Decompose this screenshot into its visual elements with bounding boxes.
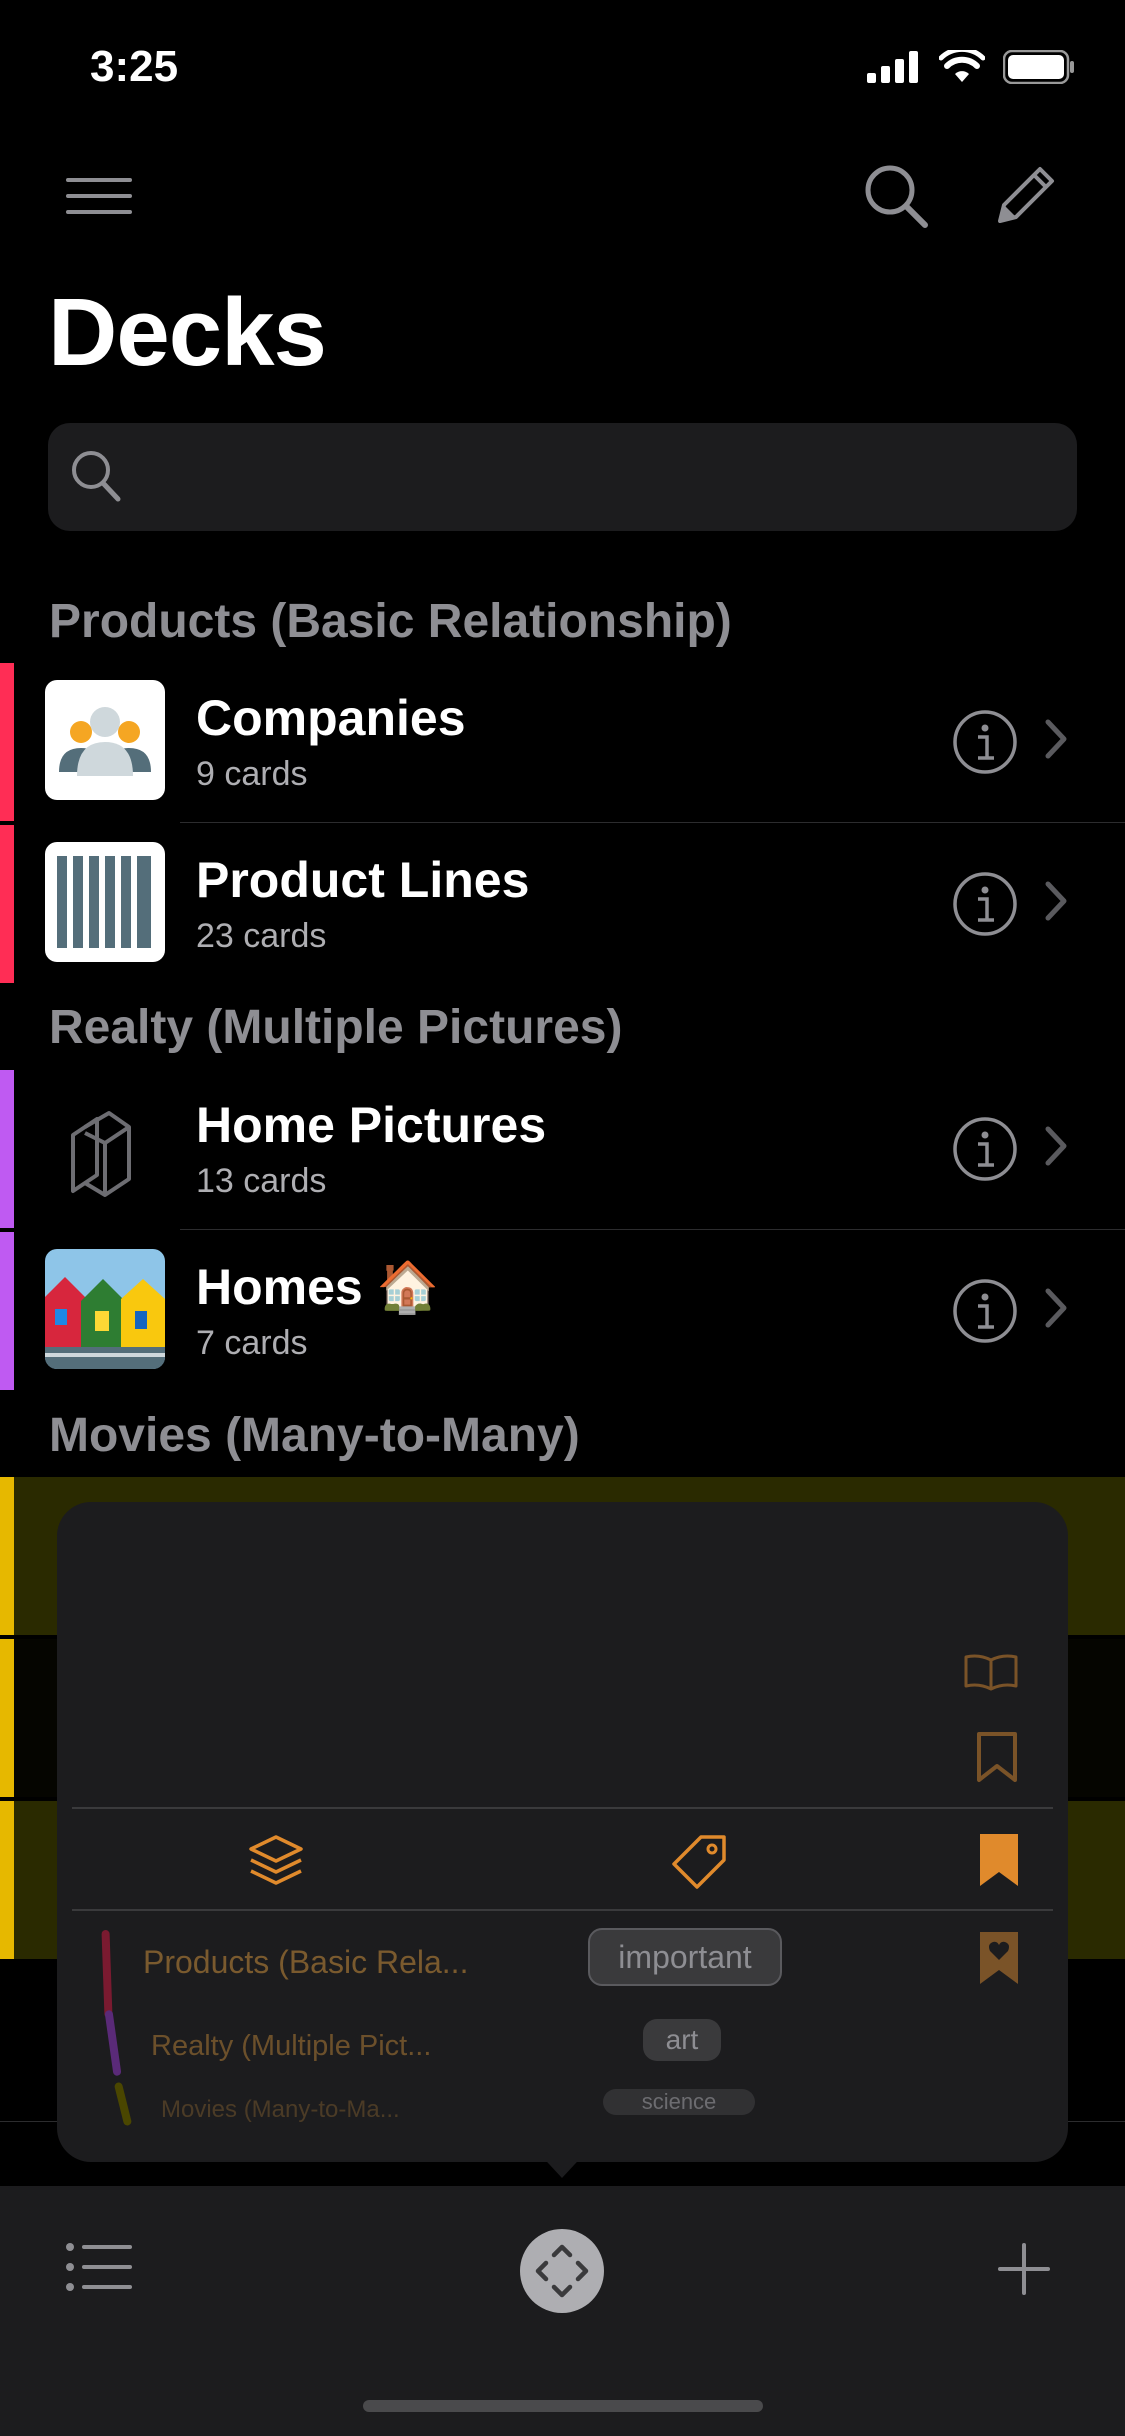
deck-card-count: 13 cards: [196, 1162, 327, 1200]
search-input[interactable]: [48, 423, 1077, 531]
deck-color-bar: [0, 1477, 14, 1635]
section-header-realty: Realty (Multiple Pictures): [49, 1001, 623, 1054]
battery-icon: [1003, 50, 1074, 84]
search-icon[interactable]: [863, 163, 929, 229]
chevron-right-icon: [1045, 719, 1067, 759]
product-lines-thumbnail: [45, 842, 165, 962]
tag-pill[interactable]: art: [643, 2019, 721, 2061]
deck-title: Home Pictures: [196, 1097, 547, 1153]
deck-row-companies[interactable]: Companies 9 cards: [0, 663, 1125, 823]
home-indicator: [363, 2400, 763, 2412]
deck-color-bar: [0, 1639, 14, 1797]
deck-card-count: 23 cards: [196, 917, 327, 955]
stack-cards-icon: [71, 1111, 131, 1197]
bookmark-outline-icon[interactable]: [976, 1731, 1018, 1783]
status-icons: [867, 50, 1075, 84]
deck-color-bar: [0, 1232, 14, 1390]
chevron-right-icon: [1045, 1288, 1067, 1328]
pencil-icon[interactable]: [994, 163, 1058, 227]
deck-row-home-pictures[interactable]: Home Pictures 13 cards: [0, 1070, 1125, 1230]
tag-pill[interactable]: science: [603, 2089, 755, 2115]
info-icon[interactable]: [952, 1278, 1018, 1344]
popover-arrow: [536, 2150, 588, 2178]
popover-deck-item[interactable]: Realty (Multiple Pict...: [151, 2030, 431, 2063]
deck-color-bar: [0, 1070, 14, 1228]
section-header-products: Products (Basic Relationship): [49, 595, 732, 648]
navigator-icon: [535, 2244, 589, 2298]
menu-icon[interactable]: [66, 178, 132, 214]
book-open-icon[interactable]: [963, 1652, 1019, 1692]
popover-deck-item[interactable]: Movies (Many-to-Ma...: [161, 2096, 400, 2124]
deck-row-homes[interactable]: Homes 🏠 7 cards: [0, 1232, 1125, 1390]
popover-divider: [72, 1807, 1053, 1809]
section-header-movies: Movies (Many-to-Many): [49, 1409, 580, 1462]
list-icon[interactable]: [66, 2242, 132, 2292]
deck-card-count: 9 cards: [196, 755, 308, 793]
deck-row-product-lines[interactable]: Product Lines 23 cards: [0, 825, 1125, 983]
deck-color-bar: [0, 825, 14, 983]
search-icon: [72, 451, 121, 502]
deck-title: Companies: [196, 690, 466, 746]
deck-card-count: 7 cards: [196, 1324, 308, 1362]
tag-icon[interactable]: [669, 1832, 729, 1892]
barcode-icon: [57, 856, 151, 948]
deck-color-bar: [0, 663, 14, 821]
info-icon[interactable]: [952, 709, 1018, 775]
signal-icon: [867, 51, 918, 83]
popover-divider: [72, 1909, 1053, 1911]
deck-color-stripe: [113, 2081, 133, 2127]
bookmark-filled-icon[interactable]: [978, 1832, 1020, 1888]
deck-title: Product Lines: [196, 852, 530, 908]
row-separator: [180, 1229, 1125, 1230]
deck-color-stripe: [101, 1929, 113, 2019]
popover-deck-item[interactable]: Products (Basic Rela...: [143, 1944, 468, 1981]
tag-pill[interactable]: important: [588, 1928, 782, 1986]
homes-thumbnail: [45, 1249, 165, 1369]
wifi-icon: [939, 50, 985, 82]
chevron-right-icon: [1045, 881, 1067, 921]
home-pictures-thumbnail: [45, 1087, 165, 1207]
deck-color-stripe: [104, 2009, 122, 2077]
companies-thumbnail: [45, 680, 165, 800]
row-separator: [180, 822, 1125, 823]
bookmark-heart-icon[interactable]: [978, 1930, 1020, 1986]
page-title: Decks: [48, 279, 327, 386]
deck-color-bar: [0, 1801, 14, 1959]
chevron-right-icon: [1045, 1126, 1067, 1166]
info-icon[interactable]: [952, 871, 1018, 937]
people-icon: [59, 707, 151, 776]
colorful-houses-photo: [45, 1249, 165, 1369]
plus-icon[interactable]: [998, 2243, 1050, 2295]
stack-icon[interactable]: [247, 1832, 305, 1890]
navigator-popover: Products (Basic Rela... Realty (Multiple…: [57, 1502, 1068, 2162]
info-icon[interactable]: [952, 1116, 1018, 1182]
status-time: 3:25: [90, 42, 179, 91]
deck-title: Homes 🏠: [196, 1259, 439, 1315]
navigator-button[interactable]: [520, 2229, 604, 2313]
bottom-toolbar: [0, 2186, 1125, 2436]
